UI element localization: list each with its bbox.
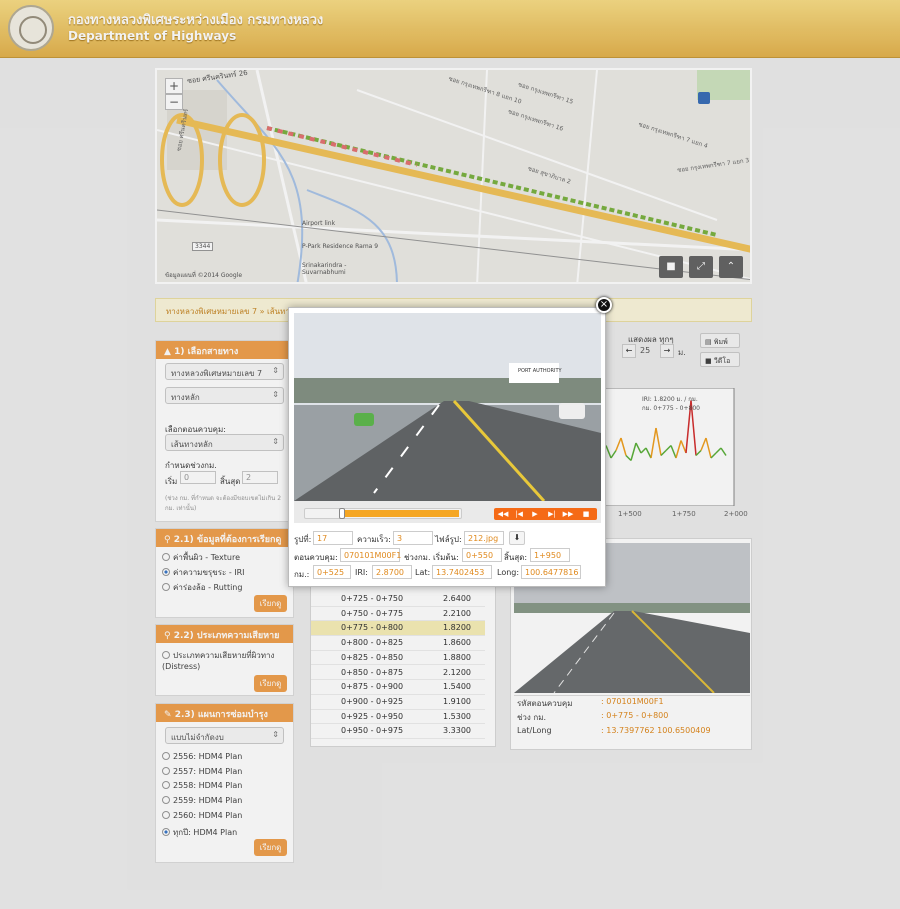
- speed-value[interactable]: 3: [393, 531, 433, 545]
- sign-text: PORT AUTHORITY: [518, 368, 562, 374]
- step-backward-icon[interactable]: |◀: [512, 508, 526, 520]
- play-icon[interactable]: ▶: [528, 508, 542, 520]
- video-progress-bar[interactable]: [304, 508, 462, 519]
- image-number-label: รูปที่:: [294, 535, 312, 544]
- iri-value[interactable]: 2.8700: [372, 565, 412, 579]
- start-km-label: ช่วงกม. เริ่มต้น:: [404, 553, 459, 562]
- control-section-value[interactable]: 070101M00F1: [340, 548, 401, 562]
- lat-label: Lat:: [415, 568, 431, 577]
- iri-label: IRI:: [355, 568, 368, 577]
- fast-backward-icon[interactable]: ◀◀: [496, 508, 510, 520]
- video-progress-fill: [339, 510, 459, 517]
- image-number-value[interactable]: 17: [313, 531, 353, 545]
- video-frame: PORT AUTHORITY ◀◀ |◀ ▶ ▶| ▶▶ ■: [294, 313, 601, 523]
- file-label: ไฟล์รูป:: [435, 535, 462, 544]
- download-icon[interactable]: ⬇: [509, 531, 525, 545]
- video-player-modal: PORT AUTHORITY ◀◀ |◀ ▶ ▶| ▶▶ ■ รูปที่: 1…: [288, 307, 606, 587]
- video-controls: ◀◀ |◀ ▶ ▶| ▶▶ ■: [494, 508, 597, 520]
- start-km-value[interactable]: 0+550: [462, 548, 502, 562]
- end-km-value[interactable]: 1+950: [530, 548, 570, 562]
- control-section-label: ตอนควบคุม:: [294, 553, 338, 562]
- long-value[interactable]: 100.6477816: [521, 565, 581, 579]
- video-progress-handle[interactable]: [339, 508, 346, 519]
- long-label: Long:: [497, 568, 520, 577]
- stop-icon[interactable]: ■: [579, 508, 593, 520]
- file-value[interactable]: 212.jpg: [464, 531, 504, 545]
- end-km-label: สิ้นสุด:: [504, 553, 528, 562]
- video-image: [294, 313, 601, 523]
- speed-label: ความเร็ว:: [357, 535, 391, 544]
- lat-value[interactable]: 13.7402453: [432, 565, 492, 579]
- step-forward-icon[interactable]: ▶|: [545, 508, 559, 520]
- km-value[interactable]: 0+525: [313, 565, 351, 579]
- fast-forward-icon[interactable]: ▶▶: [561, 508, 575, 520]
- km-label: กม.:: [294, 570, 310, 579]
- close-icon[interactable]: ×: [596, 297, 612, 313]
